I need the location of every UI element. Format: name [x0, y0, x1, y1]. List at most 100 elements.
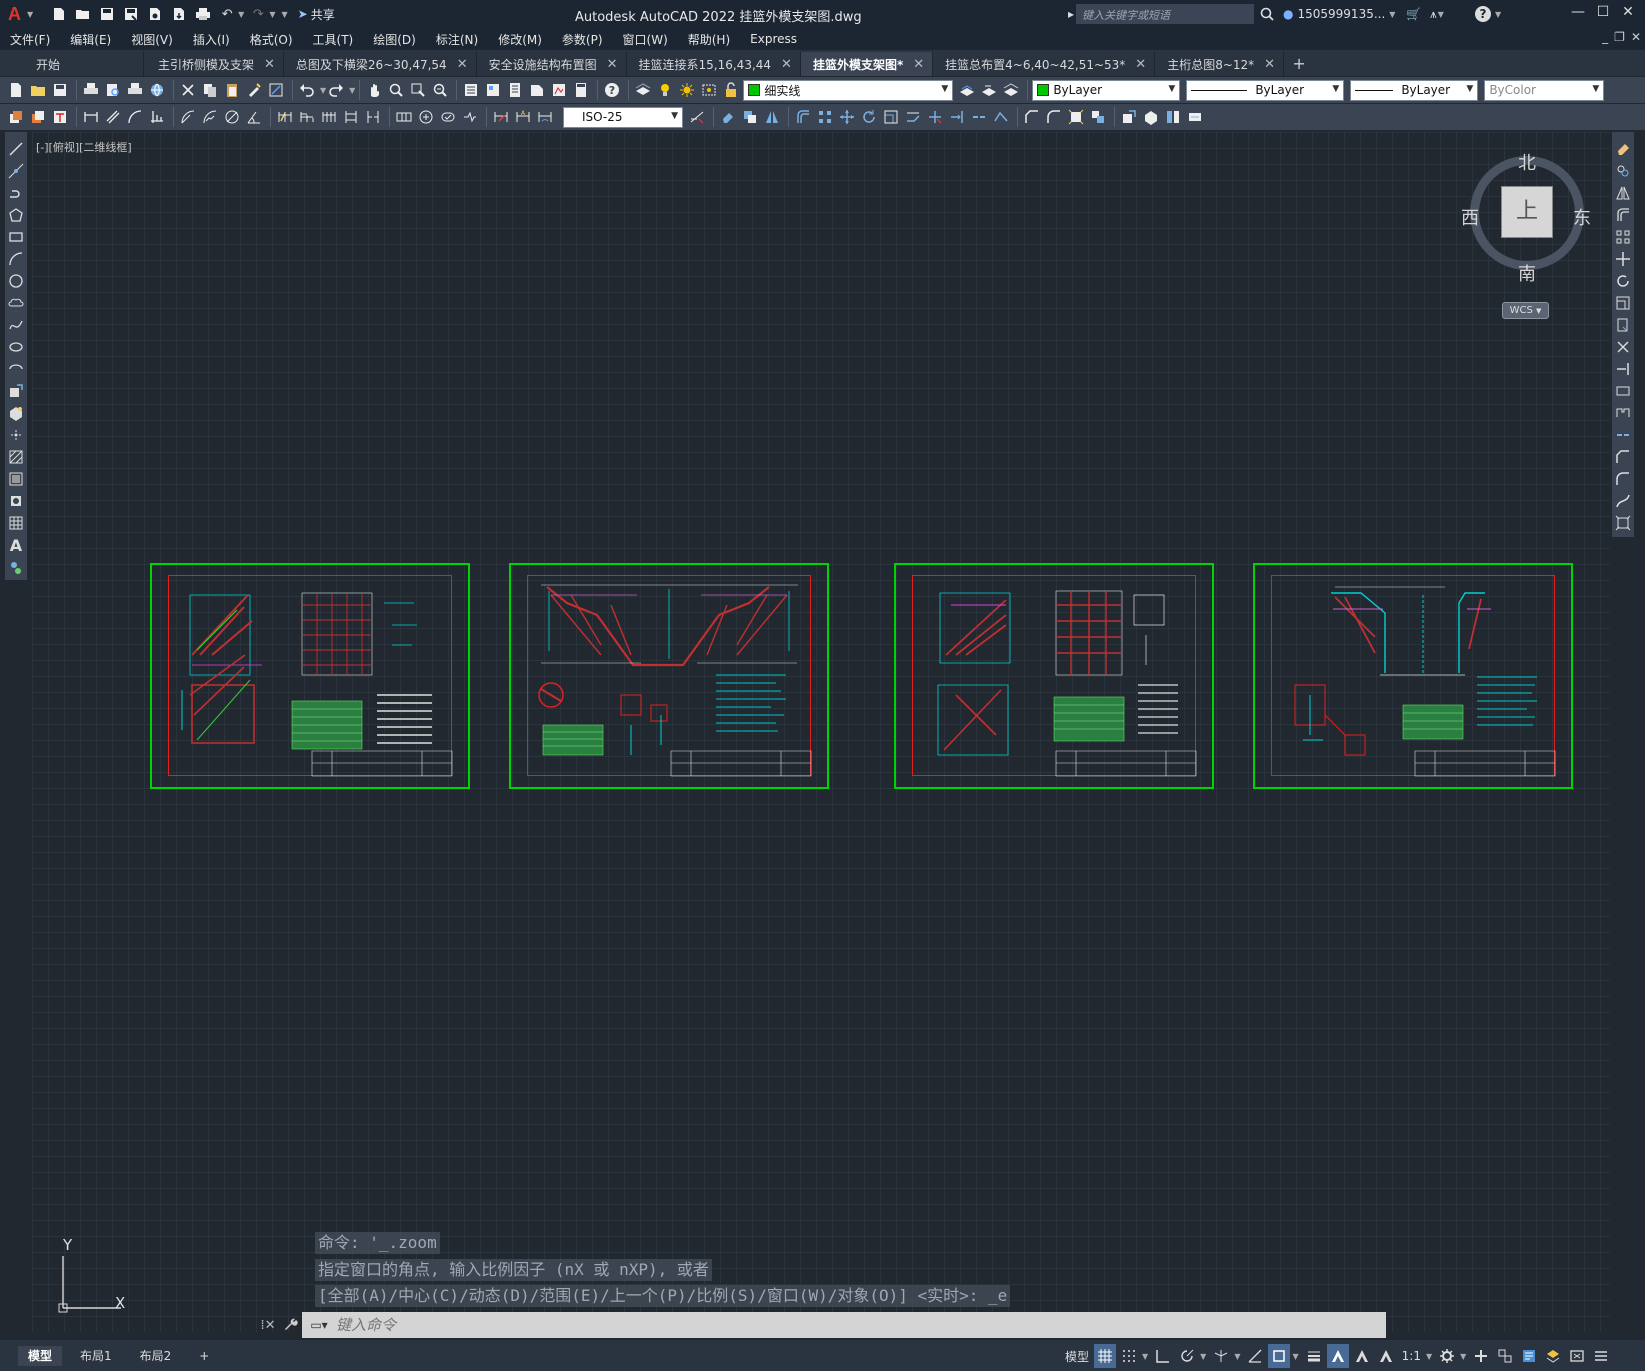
- rotate-icon[interactable]: [1613, 271, 1633, 291]
- tab-file-active[interactable]: 挂篮外模支架图* ✕: [800, 52, 934, 76]
- quick-dimension-icon[interactable]: [275, 107, 295, 127]
- join-icon[interactable]: [991, 107, 1011, 127]
- tab-file[interactable]: 安全设施结构布置图 ✕: [476, 52, 627, 76]
- search-expand-icon[interactable]: ▸: [1068, 4, 1074, 24]
- object-snap-icon[interactable]: [1268, 1344, 1291, 1368]
- pan-hand-icon[interactable]: [364, 80, 384, 100]
- viewcube-north[interactable]: 北: [1518, 149, 1536, 175]
- redo-icon[interactable]: ↷: [248, 4, 268, 24]
- mirror-icon[interactable]: [762, 107, 782, 127]
- ellipse-arc-icon[interactable]: [6, 359, 26, 379]
- new-file-icon[interactable]: [49, 4, 69, 24]
- zoom-window-icon[interactable]: [408, 80, 428, 100]
- block-insert-icon[interactable]: [1119, 107, 1139, 127]
- open-from-web-icon[interactable]: [145, 4, 165, 24]
- tab-close-icon[interactable]: ✕: [607, 57, 618, 72]
- viewport-controls-label[interactable]: [-][俯视][二维线框]: [36, 139, 132, 155]
- ordinate-dimension-icon[interactable]: [147, 107, 167, 127]
- tab-file[interactable]: 主引桥侧模及支架 ✕: [144, 52, 284, 76]
- customization-menu-icon[interactable]: [1590, 1344, 1612, 1368]
- search-input[interactable]: 键入关键字或短语: [1076, 4, 1254, 24]
- tab-close-icon[interactable]: ✕: [781, 57, 792, 72]
- array-icon[interactable]: [815, 107, 835, 127]
- copy-icon[interactable]: [1613, 161, 1633, 181]
- new-tab-plus-icon[interactable]: +: [1284, 52, 1314, 76]
- tab-file[interactable]: 挂篮总布置4~6,40~42,51~53* ✕: [933, 52, 1156, 76]
- menu-file[interactable]: 文件(F): [10, 31, 50, 48]
- rotate-icon[interactable]: [859, 107, 879, 127]
- snap-mode-icon[interactable]: [1118, 1344, 1140, 1368]
- draw-order-icon[interactable]: [6, 107, 26, 127]
- diameter-dimension-icon[interactable]: [222, 107, 242, 127]
- open-folder-icon[interactable]: [73, 4, 93, 24]
- tab-start[interactable]: 开始: [0, 52, 144, 76]
- units-icon[interactable]: [1494, 1344, 1516, 1368]
- help-button[interactable]: ? ▼: [1475, 4, 1501, 24]
- polar-tracking-icon[interactable]: [1176, 1344, 1198, 1368]
- lineweight-dropdown[interactable]: ByLayer ▼: [1350, 79, 1479, 101]
- layer-thaw-sun-icon[interactable]: [677, 80, 697, 100]
- layer-on-bulb-icon[interactable]: [655, 80, 675, 100]
- redo-chevron-icon[interactable]: ▼: [269, 10, 275, 19]
- spline-icon[interactable]: [6, 315, 26, 335]
- plot-icon[interactable]: [193, 4, 213, 24]
- globe-icon[interactable]: [147, 80, 167, 100]
- menu-help[interactable]: 帮助(H): [688, 31, 730, 48]
- save-as-icon[interactable]: [121, 4, 141, 24]
- customize-quick-access-icon[interactable]: ▼: [281, 10, 287, 19]
- layer-previous-icon[interactable]: [979, 80, 999, 100]
- tab-file[interactable]: 主桁总图8~12* ✕: [1155, 52, 1285, 76]
- drawing-sheet-3[interactable]: [894, 563, 1214, 789]
- hatch-icon[interactable]: [6, 447, 26, 467]
- jogged-dimension-icon[interactable]: [200, 107, 220, 127]
- command-prompt-icon[interactable]: ▭▾: [302, 1318, 336, 1332]
- trim-icon[interactable]: [1613, 337, 1633, 357]
- fillet-icon[interactable]: [1613, 469, 1633, 489]
- save-to-web-icon[interactable]: [169, 4, 189, 24]
- undo-icon[interactable]: ↶: [217, 4, 237, 24]
- ellipse-icon[interactable]: [6, 337, 26, 357]
- fullscreen-icon[interactable]: [1566, 1344, 1588, 1368]
- undo-chevron-icon[interactable]: ▼: [238, 10, 244, 19]
- menu-modify[interactable]: 修改(M): [498, 31, 542, 48]
- tab-close-icon[interactable]: ✕: [1135, 57, 1146, 72]
- array-icon[interactable]: [1613, 227, 1633, 247]
- menu-parametric[interactable]: 参数(P): [562, 31, 603, 48]
- model-space-button[interactable]: 模型: [1062, 1344, 1092, 1368]
- insert-block-icon[interactable]: [6, 381, 26, 401]
- rectangle-icon[interactable]: [6, 227, 26, 247]
- join-icon[interactable]: [1613, 425, 1633, 445]
- viewcube-west[interactable]: 西: [1461, 204, 1479, 230]
- group-icon[interactable]: [1088, 107, 1108, 127]
- break-at-point-icon[interactable]: [1613, 381, 1633, 401]
- paste-icon[interactable]: [222, 80, 242, 100]
- ortho-icon[interactable]: [1152, 1344, 1174, 1368]
- add-layout-plus-icon[interactable]: +: [189, 1346, 219, 1366]
- linetype-dropdown[interactable]: ByLayer ▼: [1186, 79, 1345, 101]
- properties-icon[interactable]: [461, 80, 481, 100]
- close-icon[interactable]: ✕: [1616, 4, 1640, 24]
- doc-close-icon[interactable]: ✕: [1631, 30, 1641, 44]
- circle-icon[interactable]: [6, 271, 26, 291]
- radius-dimension-icon[interactable]: [178, 107, 198, 127]
- maximize-icon[interactable]: ☐: [1591, 4, 1615, 24]
- tab-close-icon[interactable]: ✕: [913, 57, 924, 72]
- user-account-button[interactable]: ● 1505999135... ▼: [1283, 4, 1395, 24]
- workspace-gear-icon[interactable]: [1436, 1344, 1458, 1368]
- inspection-icon[interactable]: [438, 107, 458, 127]
- redo-icon[interactable]: [326, 80, 346, 100]
- offset-icon[interactable]: [793, 107, 813, 127]
- break-icon[interactable]: [969, 107, 989, 127]
- point-icon[interactable]: [6, 425, 26, 445]
- undo-icon[interactable]: [297, 80, 317, 100]
- trim-icon[interactable]: [925, 107, 945, 127]
- doc-minimize-icon[interactable]: _: [1602, 30, 1608, 44]
- annotation-scale-value[interactable]: 1:1: [1399, 1344, 1424, 1368]
- polyline-icon[interactable]: [6, 183, 26, 203]
- menu-format[interactable]: 格式(O): [250, 31, 293, 48]
- annotation-scale-icon[interactable]: [1375, 1344, 1397, 1368]
- open-icon[interactable]: [28, 80, 48, 100]
- move-icon[interactable]: [1613, 249, 1633, 269]
- drawing-sheet-2[interactable]: [509, 563, 829, 789]
- publish-icon[interactable]: [125, 80, 145, 100]
